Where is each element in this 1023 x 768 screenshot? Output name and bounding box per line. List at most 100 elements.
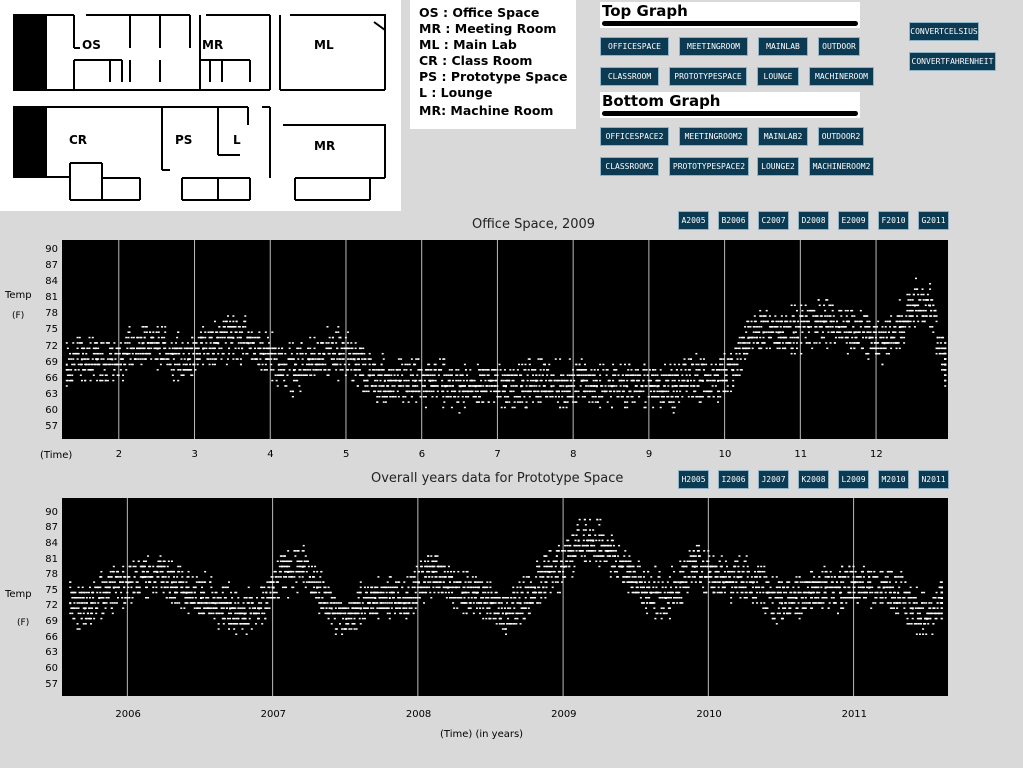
data-point: [122, 379, 125, 382]
data-point: [532, 401, 535, 403]
data-point: [859, 309, 862, 312]
data-point: [501, 374, 504, 376]
officespace-button[interactable]: OFFICESPACE: [600, 37, 669, 56]
data-point: [939, 352, 942, 355]
data-point: [572, 570, 575, 573]
data-point: [88, 597, 91, 599]
data-point: [342, 617, 345, 620]
data-point: [687, 395, 690, 398]
data-point: [251, 358, 254, 360]
data-point: [250, 628, 253, 630]
data-point: [904, 326, 907, 328]
top-year-button-e2009[interactable]: E2009: [838, 211, 869, 230]
data-point: [91, 607, 94, 609]
data-point: [624, 550, 627, 552]
data-point: [241, 347, 244, 350]
top-year-button-f2010[interactable]: F2010: [878, 211, 909, 230]
data-point: [789, 326, 792, 328]
data-point: [149, 581, 152, 583]
data-point: [288, 576, 291, 578]
convert-celsius-button[interactable]: CONVERTCELSIUS: [909, 22, 979, 41]
data-point: [380, 363, 383, 366]
data-point: [877, 320, 880, 323]
lounge-button[interactable]: LOUNGE: [757, 67, 799, 86]
data-point: [524, 586, 527, 589]
top-year-button-a2005[interactable]: A2005: [678, 211, 709, 230]
bottom-graph-header: Bottom Graph: [600, 92, 860, 118]
data-point: [670, 401, 673, 403]
data-point: [424, 395, 427, 398]
top-year-button-g2011[interactable]: G2011: [918, 211, 949, 230]
data-point: [581, 550, 584, 552]
data-point: [166, 581, 169, 583]
data-point: [284, 352, 287, 355]
data-point: [582, 539, 585, 542]
data-point: [896, 320, 899, 323]
data-point: [562, 374, 565, 376]
data-point: [524, 607, 527, 609]
classroom2-button[interactable]: CLASSROOM2: [600, 157, 659, 176]
data-point: [490, 602, 493, 605]
data-point: [217, 628, 220, 630]
mainlab2-button[interactable]: MAINLAB2: [758, 127, 808, 146]
meetingroom-button[interactable]: MEETINGROOM: [679, 37, 748, 56]
data-point: [529, 379, 532, 382]
bottom-year-button-n2011[interactable]: N2011: [918, 470, 949, 489]
y-tick-label: 84: [45, 276, 58, 288]
data-point: [511, 406, 514, 409]
data-point: [557, 550, 560, 552]
machineroom2-button[interactable]: MACHINEROOM2: [809, 157, 874, 176]
data-point: [382, 602, 385, 604]
prototypespace-button[interactable]: PROTOTYPESPACE: [669, 67, 747, 86]
data-point: [334, 612, 337, 615]
data-point: [583, 395, 586, 398]
bottom-year-button-m2010[interactable]: M2010: [878, 470, 909, 489]
data-point: [572, 369, 575, 371]
data-point: [441, 576, 444, 578]
data-point: [936, 336, 939, 339]
classroom-button[interactable]: CLASSROOM: [600, 67, 659, 86]
bottom-year-button-h2005[interactable]: H2005: [678, 470, 709, 489]
mainlab-button[interactable]: MAINLAB: [758, 37, 808, 56]
data-point: [450, 597, 453, 599]
data-point: [874, 336, 877, 339]
data-point: [592, 550, 595, 552]
data-point: [623, 401, 626, 403]
bottom-year-button-j2007[interactable]: J2007: [758, 470, 789, 489]
bottom-year-button-l2009[interactable]: L2009: [838, 470, 869, 489]
data-point: [781, 331, 784, 333]
convert-fahrenheit-button[interactable]: CONVERTFAHRENHEIT: [909, 52, 996, 71]
data-point: [337, 326, 340, 328]
data-point: [778, 342, 781, 344]
lounge2-button[interactable]: LOUNGE2: [757, 157, 799, 176]
outdoor-button[interactable]: OUTDOOR: [818, 37, 860, 56]
data-point: [911, 315, 914, 317]
data-point: [122, 358, 125, 360]
data-point: [672, 401, 675, 403]
data-point: [626, 570, 629, 573]
meetingroom2-button[interactable]: MEETINGROOM2: [679, 127, 748, 146]
officespace2-button[interactable]: OFFICESPACE2: [600, 127, 669, 146]
bottom-year-button-i2006[interactable]: I2006: [718, 470, 749, 489]
data-point: [104, 379, 107, 382]
data-point: [179, 369, 182, 371]
data-point: [353, 352, 356, 355]
data-point: [271, 576, 274, 578]
data-point: [336, 612, 339, 615]
data-point: [354, 602, 357, 604]
data-point: [140, 363, 143, 366]
bottom-year-button-k2008[interactable]: K2008: [798, 470, 829, 489]
data-point: [307, 347, 310, 350]
data-point: [791, 336, 794, 339]
top-year-button-d2008[interactable]: D2008: [798, 211, 829, 230]
prototypespace2-button[interactable]: PROTOTYPESPACE2: [669, 157, 749, 176]
top-year-button-c2007[interactable]: C2007: [758, 211, 789, 230]
data-point: [93, 352, 96, 355]
bottom-chart-svg: [69, 498, 943, 696]
data-point: [664, 363, 667, 366]
top-year-button-b2006[interactable]: B2006: [718, 211, 749, 230]
data-point: [347, 607, 350, 609]
data-point: [538, 374, 541, 376]
machineroom-button[interactable]: MACHINEROOM: [809, 67, 874, 86]
outdoor2-button[interactable]: OUTDOOR2: [818, 127, 864, 146]
